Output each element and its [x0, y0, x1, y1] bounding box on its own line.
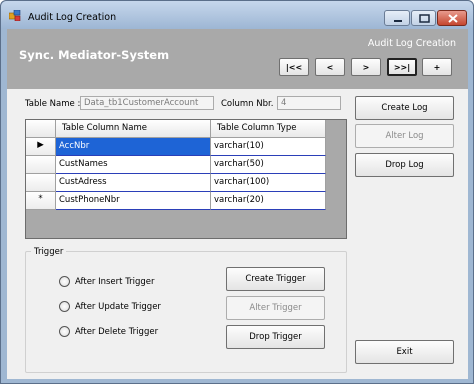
nav-last-button[interactable]: >>|	[387, 58, 417, 76]
columns-grid[interactable]: Table Column Name Table Column Type ▶ Ac…	[25, 119, 347, 239]
exit-button[interactable]: Exit	[355, 340, 454, 364]
row-indicator	[26, 156, 56, 174]
nav-next-button[interactable]: >	[351, 58, 381, 76]
header-banner: Sync. Mediator-System Audit Log Creation…	[7, 29, 468, 89]
table-name-field[interactable]: Data_tb1CustomerAccount	[80, 96, 214, 110]
cell-column-name[interactable]: CustAdress	[56, 174, 211, 192]
alter-log-button[interactable]: Alter Log	[355, 124, 454, 148]
column-header-type[interactable]: Table Column Type	[211, 120, 326, 138]
minimize-button[interactable]	[384, 10, 410, 26]
create-log-button[interactable]: Create Log	[355, 96, 454, 120]
form-title: Audit Log Creation	[367, 38, 456, 49]
row-indicator: *	[26, 192, 56, 210]
alter-trigger-button[interactable]: Alter Trigger	[226, 296, 325, 320]
column-nbr-field[interactable]: 4	[277, 96, 341, 110]
row-indicator	[26, 174, 56, 192]
nav-previous-button[interactable]: <	[315, 58, 345, 76]
maximize-button[interactable]	[411, 10, 436, 26]
cell-column-type[interactable]: varchar(50)	[211, 156, 326, 174]
column-nbr-label: Column Nbr. :	[221, 99, 279, 109]
column-header-name[interactable]: Table Column Name	[56, 120, 211, 138]
cell-column-type[interactable]: varchar(10)	[211, 138, 326, 156]
cell-column-name[interactable]: CustPhoneNbr	[56, 192, 211, 210]
close-icon	[448, 14, 458, 23]
table-name-label: Table Name :	[25, 99, 81, 109]
nav-first-button[interactable]: |<<	[279, 58, 309, 76]
cell-column-type[interactable]: varchar(100)	[211, 174, 326, 192]
after-update-label[interactable]: After Update Trigger	[75, 302, 161, 312]
app-window: Audit Log Creation Sync. Mediator-System…	[0, 0, 474, 384]
after-insert-radio[interactable]	[59, 276, 70, 287]
create-trigger-button[interactable]: Create Trigger	[226, 267, 325, 291]
drop-trigger-button[interactable]: Drop Trigger	[226, 325, 325, 349]
after-insert-label[interactable]: After Insert Trigger	[75, 277, 155, 287]
row-indicator: ▶	[26, 138, 56, 156]
title-bar[interactable]: Audit Log Creation	[1, 1, 473, 29]
trigger-group-title: Trigger	[31, 247, 67, 257]
close-button[interactable]	[437, 10, 467, 26]
cell-column-name[interactable]: CustNames	[56, 156, 211, 174]
client-area: Sync. Mediator-System Audit Log Creation…	[7, 29, 468, 379]
after-delete-label[interactable]: After Delete Trigger	[75, 327, 158, 337]
system-title: Sync. Mediator-System	[19, 48, 170, 62]
grid-corner	[26, 120, 56, 138]
after-delete-radio[interactable]	[59, 326, 70, 337]
window-title: Audit Log Creation	[28, 12, 117, 23]
drop-log-button[interactable]: Drop Log	[355, 153, 454, 177]
cell-column-type[interactable]: varchar(20)	[211, 192, 326, 210]
app-icon	[9, 10, 21, 21]
maximize-icon	[419, 14, 430, 23]
cell-column-name[interactable]: AccNbr	[56, 138, 211, 156]
minimize-icon	[394, 20, 402, 22]
after-update-radio[interactable]	[59, 301, 70, 312]
nav-add-button[interactable]: +	[422, 58, 452, 76]
